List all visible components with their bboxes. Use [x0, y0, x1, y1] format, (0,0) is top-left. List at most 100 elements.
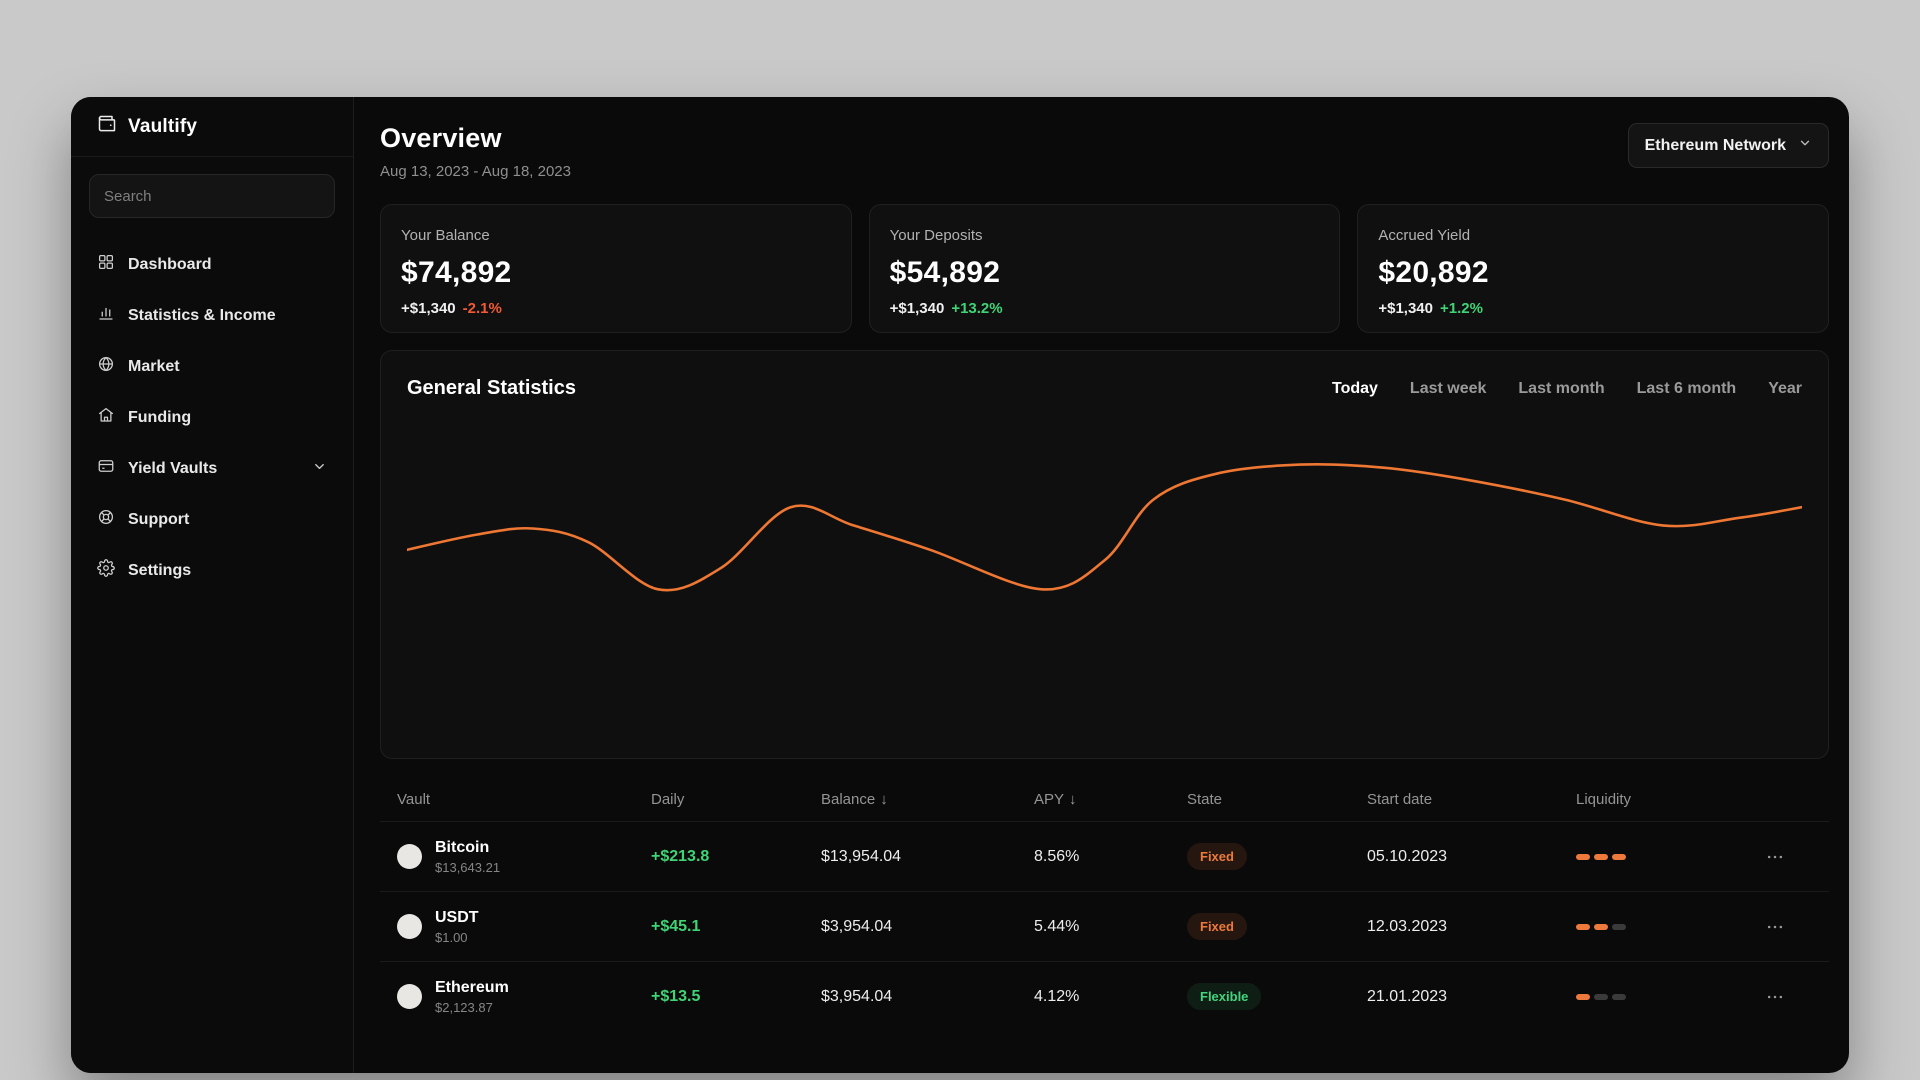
sidebar-item-statistics-income[interactable]: Statistics & Income [83, 291, 341, 340]
vault-price: $13,643.21 [435, 859, 501, 875]
time-range-tabs: Today Last week Last month Last 6 month … [1332, 380, 1802, 398]
stat-card-percent: -2.1% [462, 300, 502, 317]
daily-change: +$213.8 [651, 847, 710, 865]
stat-card-label: Accrued Yield [1378, 227, 1471, 244]
sidebar: Vaultify Dashboard Statistics & Income M… [71, 97, 354, 1073]
table-row-usdt[interactable]: USDT $1.00 +$45.1 $3,954.04 5.44% Fixed … [380, 891, 1829, 961]
vault-name: Ethereum [435, 978, 509, 996]
sidebar-item-label: Statistics & Income [128, 306, 276, 324]
app-window: Vaultify Dashboard Statistics & Income M… [71, 97, 1849, 1073]
tab-last-month[interactable]: Last month [1518, 380, 1604, 398]
sidebar-item-label: Dashboard [128, 255, 212, 273]
tab-last-6-month[interactable]: Last 6 month [1637, 380, 1737, 398]
sidebar-item-label: Funding [128, 408, 192, 426]
globe-icon [97, 355, 115, 378]
chevron-down-icon [312, 459, 327, 479]
vault-avatar [397, 984, 422, 1009]
sidebar-item-funding[interactable]: Funding [83, 393, 341, 442]
search-input[interactable] [89, 174, 335, 218]
main-content: Overview Aug 13, 2023 - Aug 18, 2023 Eth… [354, 97, 1849, 1073]
state-badge: Flexible [1187, 983, 1262, 1010]
support-icon [97, 508, 115, 531]
row-menu-button[interactable] [1765, 917, 1829, 937]
balance-value: $3,954.04 [821, 917, 893, 935]
stat-card-value: $74,892 [401, 256, 512, 289]
stat-card-label: Your Balance [401, 227, 490, 244]
app-logo: Vaultify [71, 97, 353, 157]
vault-price: $1.00 [435, 929, 468, 945]
sort-descending-icon: ↓ [880, 790, 888, 808]
sidebar-item-label: Settings [128, 561, 192, 579]
table-row-bitcoin[interactable]: Bitcoin $13,643.21 +$213.8 $13,954.04 8.… [380, 821, 1829, 891]
line-chart-container [407, 442, 1802, 654]
sidebar-item-yield-vaults[interactable]: Yield Vaults [83, 444, 341, 493]
vault-name: Bitcoin [435, 838, 490, 856]
tab-last-week[interactable]: Last week [1410, 380, 1486, 398]
general-statistics-panel: General Statistics Today Last week Last … [380, 350, 1829, 759]
state-badge: Fixed [1187, 843, 1247, 870]
sidebar-item-support[interactable]: Support [83, 495, 341, 544]
table-header-row: Vault Daily Balance ↓ APY ↓ State Start da… [380, 777, 1829, 821]
column-header-liquidity: Liquidity [1576, 790, 1632, 808]
apy-value: 8.56% [1034, 847, 1080, 865]
sidebar-item-market[interactable]: Market [83, 342, 341, 391]
state-badge: Fixed [1187, 913, 1247, 940]
balance-value: $3,954.04 [821, 987, 893, 1005]
tab-today[interactable]: Today [1332, 380, 1378, 398]
stat-card-deposits: Your Deposits $54,892 +$1,340 +13.2% [868, 204, 1341, 333]
sidebar-item-settings[interactable]: Settings [83, 546, 341, 595]
sidebar-item-dashboard[interactable]: Dashboard [83, 240, 341, 289]
column-header-apy[interactable]: APY ↓ [1034, 791, 1187, 808]
apy-value: 4.12% [1034, 987, 1080, 1005]
daily-change: +$45.1 [651, 917, 701, 935]
sidebar-item-label: Support [128, 510, 190, 528]
app-name: Vaultify [128, 115, 198, 137]
network-selector-label: Ethereum Network [1644, 136, 1786, 154]
liquidity-indicator [1576, 993, 1765, 1000]
column-header-vault: Vault [397, 790, 431, 808]
start-date: 05.10.2023 [1367, 847, 1448, 865]
vault-name: USDT [435, 908, 479, 926]
vaults-table: Vault Daily Balance ↓ APY ↓ State Start da… [380, 777, 1829, 1031]
sidebar-nav: Dashboard Statistics & Income Market Fun… [71, 224, 353, 611]
vault-avatar [397, 844, 422, 869]
liquidity-indicator [1576, 853, 1765, 860]
vault-price: $2,123.87 [435, 999, 493, 1015]
funding-icon [97, 406, 115, 429]
row-menu-button[interactable] [1765, 847, 1829, 867]
row-menu-button[interactable] [1765, 987, 1829, 1007]
column-header-balance[interactable]: Balance ↓ [821, 791, 1034, 808]
page-title: Overview [380, 123, 502, 153]
chevron-down-icon [1798, 136, 1812, 155]
start-date: 21.01.2023 [1367, 987, 1448, 1005]
tab-year[interactable]: Year [1768, 380, 1802, 398]
daily-change: +$13.5 [651, 987, 701, 1005]
stat-cards-row: Your Balance $74,892 +$1,340 -2.1% Your D… [380, 204, 1830, 333]
stat-card-change: +$1,340 +1.2% [1378, 300, 1483, 317]
balance-value: $13,954.04 [821, 847, 902, 865]
liquidity-indicator [1576, 923, 1765, 930]
statistics-line-chart [407, 462, 1802, 592]
table-row-ethereum[interactable]: Ethereum $2,123.87 +$13.5 $3,954.04 4.12… [380, 961, 1829, 1031]
sidebar-item-label: Yield Vaults [128, 459, 218, 477]
stat-card-change: +$1,340 +13.2% [889, 300, 1003, 317]
statistics-icon [97, 304, 115, 327]
dashboard-grid-icon [97, 253, 115, 276]
vault-icon [97, 457, 115, 480]
apy-value: 5.44% [1034, 917, 1080, 935]
stat-card-yield: Accrued Yield $20,892 +$1,340 +1.2% [1357, 204, 1830, 333]
date-range: Aug 13, 2023 - Aug 18, 2023 [380, 163, 571, 180]
stat-card-value: $20,892 [1378, 256, 1489, 289]
column-header-daily: Daily [651, 790, 685, 808]
stat-card-value: $54,892 [889, 256, 1001, 289]
sort-descending-icon: ↓ [1069, 790, 1077, 808]
column-header-start-date: Start date [1367, 790, 1433, 808]
network-selector-button[interactable]: Ethereum Network [1627, 123, 1829, 168]
stat-card-label: Your Deposits [889, 227, 983, 244]
stat-card-percent: +13.2% [951, 300, 1003, 317]
sidebar-item-label: Market [128, 357, 180, 375]
stat-card-percent: +1.2% [1439, 300, 1483, 317]
vault-avatar [397, 914, 422, 939]
column-header-state: State [1187, 790, 1223, 808]
stat-card-change: +$1,340 -2.1% [401, 300, 502, 317]
